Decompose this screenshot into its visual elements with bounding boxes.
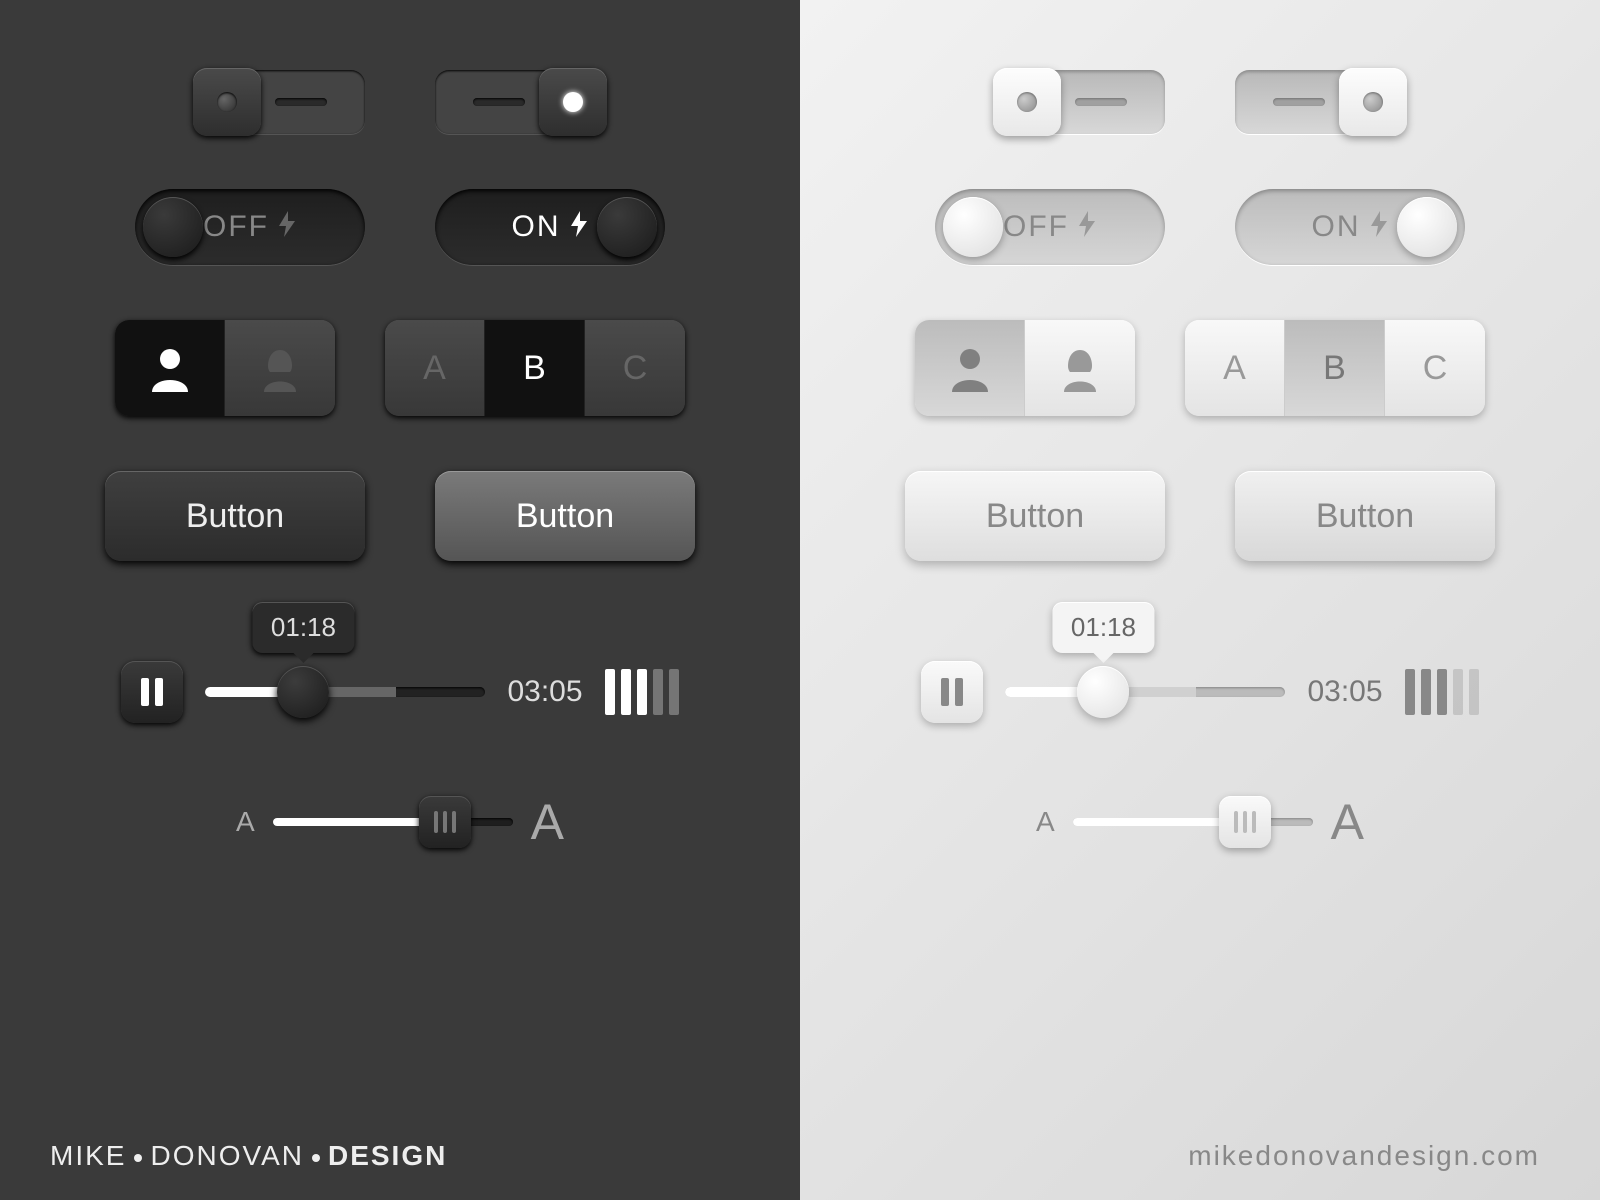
size-slider[interactable] — [1073, 818, 1313, 826]
pause-button[interactable] — [121, 661, 183, 723]
button-primary[interactable]: Button — [905, 471, 1165, 561]
size-slider-thumb[interactable] — [419, 796, 471, 848]
lightning-icon — [569, 211, 589, 244]
seg-b[interactable]: B — [1285, 320, 1385, 416]
size-big-label: A — [1331, 793, 1364, 851]
gender-segment — [115, 320, 335, 416]
seg-c[interactable]: C — [1385, 320, 1485, 416]
pill-toggle-off[interactable]: OFF — [135, 189, 365, 265]
pill-off-label: OFF — [203, 210, 269, 244]
footer-dark: MIKEDONOVANDESIGN — [0, 1140, 800, 1172]
volume-meter — [605, 669, 679, 715]
size-small-label: A — [1036, 806, 1055, 838]
gender-female[interactable] — [1025, 320, 1135, 416]
total-time: 03:05 — [507, 675, 582, 709]
seg-a[interactable]: A — [385, 320, 485, 416]
lightning-icon — [277, 211, 297, 244]
lightning-icon — [1369, 211, 1389, 244]
size-big-label: A — [531, 793, 564, 851]
gender-segment — [915, 320, 1135, 416]
pause-icon — [141, 678, 149, 706]
person-female-icon — [1056, 344, 1104, 392]
size-slider[interactable] — [273, 818, 513, 826]
seg-c[interactable]: C — [585, 320, 685, 416]
square-toggle-on[interactable] — [1235, 70, 1405, 134]
button-secondary[interactable]: Button — [1235, 471, 1495, 561]
progress-slider[interactable]: 01:18 — [1005, 687, 1285, 697]
size-small-label: A — [236, 806, 255, 838]
person-male-icon — [146, 344, 194, 392]
pause-button[interactable] — [921, 661, 983, 723]
square-toggle-off[interactable] — [195, 70, 365, 134]
abc-segment: A B C — [385, 320, 685, 416]
seg-a[interactable]: A — [1185, 320, 1285, 416]
pill-on-label: ON — [512, 210, 561, 244]
abc-segment: A B C — [1185, 320, 1485, 416]
slider-thumb[interactable] — [1077, 666, 1129, 718]
square-toggle-off[interactable] — [995, 70, 1165, 134]
pill-on-label: ON — [1312, 210, 1361, 244]
square-toggle-on[interactable] — [435, 70, 605, 134]
volume-meter — [1405, 669, 1479, 715]
slider-thumb[interactable] — [277, 666, 329, 718]
total-time: 03:05 — [1307, 675, 1382, 709]
button-secondary[interactable]: Button — [435, 471, 695, 561]
progress-slider[interactable]: 01:18 — [205, 687, 485, 697]
progress-tooltip: 01:18 — [253, 602, 354, 653]
gender-male[interactable] — [115, 320, 225, 416]
button-primary[interactable]: Button — [105, 471, 365, 561]
person-female-icon — [256, 344, 304, 392]
footer-light: mikedonovandesign.com — [800, 1140, 1600, 1172]
size-slider-thumb[interactable] — [1219, 796, 1271, 848]
pill-toggle-on[interactable]: ON — [1235, 189, 1465, 265]
seg-b[interactable]: B — [485, 320, 585, 416]
lightning-icon — [1077, 211, 1097, 244]
gender-female[interactable] — [225, 320, 335, 416]
pill-toggle-on[interactable]: ON — [435, 189, 665, 265]
person-male-icon — [946, 344, 994, 392]
pause-icon — [941, 678, 949, 706]
gender-male[interactable] — [915, 320, 1025, 416]
pill-toggle-off[interactable]: OFF — [935, 189, 1165, 265]
progress-tooltip: 01:18 — [1053, 602, 1154, 653]
pill-off-label: OFF — [1003, 210, 1069, 244]
